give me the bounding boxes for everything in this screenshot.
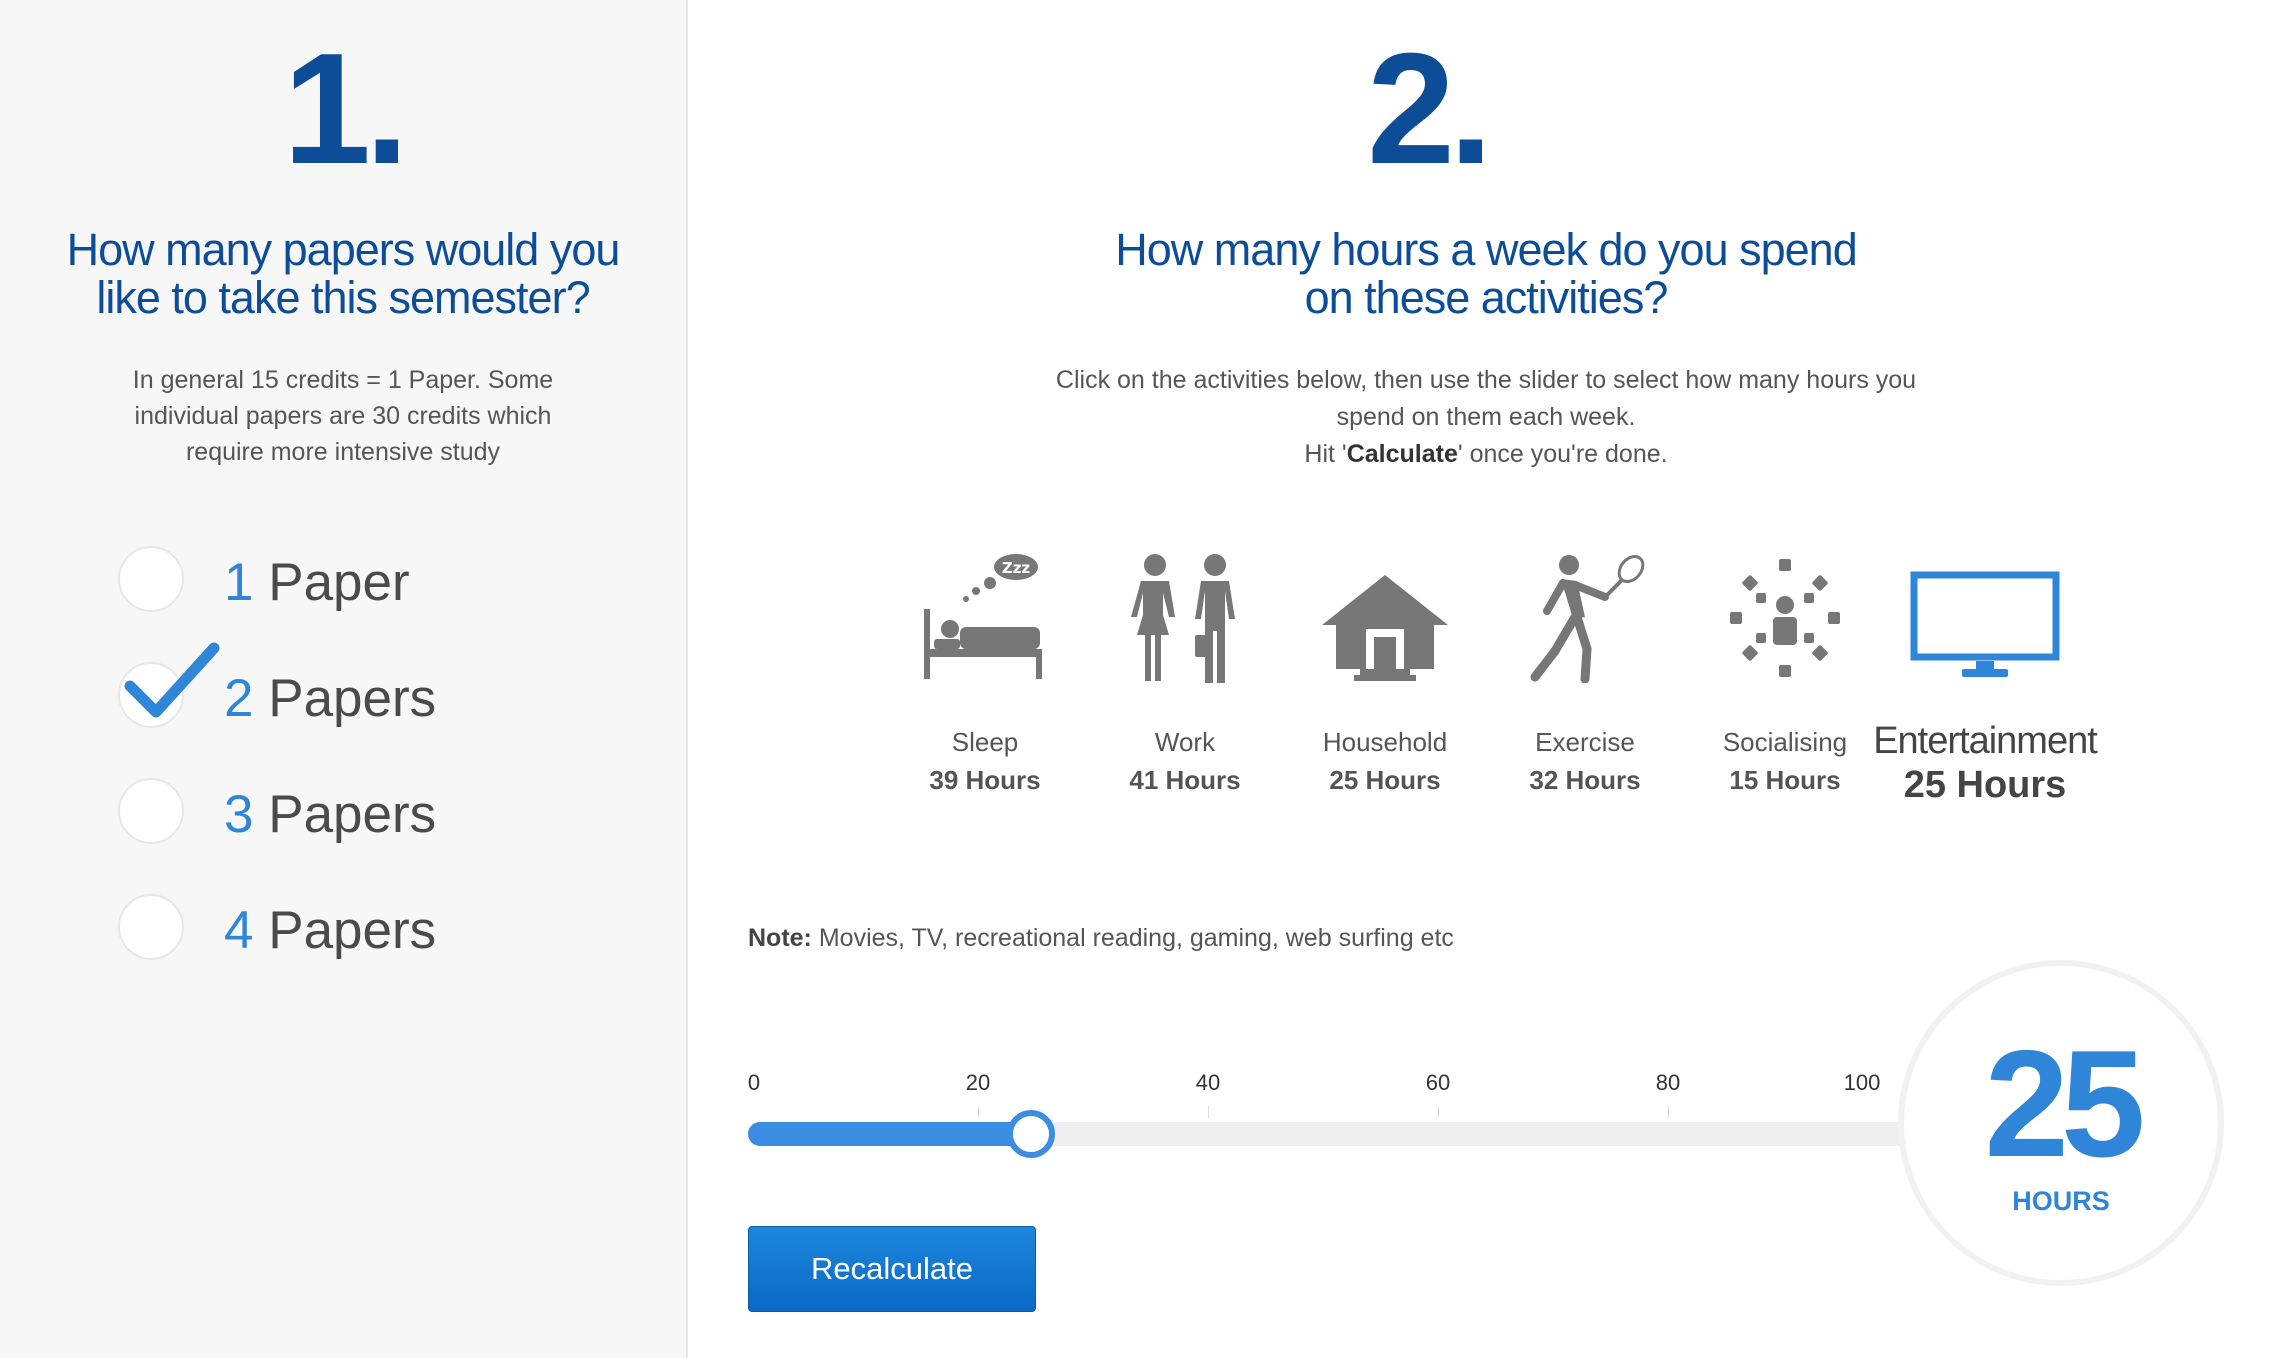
business-people-icon [1131, 554, 1235, 683]
paper-option-4[interactable]: 4 Papers [118, 894, 538, 966]
activity-name: Socialising [1722, 727, 1848, 757]
calculate-keyword: Calculate [1346, 440, 1458, 468]
activity-hours: 39 Hours [929, 765, 1041, 795]
activity-name: Exercise [1535, 727, 1635, 757]
slider-tick-label: 0 [747, 1070, 761, 1095]
svg-text:Zzz: Zzz [1002, 559, 1031, 577]
paper-radio-4[interactable] [118, 894, 184, 960]
activity-name: Work [1154, 727, 1216, 757]
activity-hours: 15 Hours [1729, 765, 1841, 795]
hours-slider-thumb[interactable] [1007, 1110, 1055, 1158]
hours-display-unit: HOURS [2012, 1186, 2110, 1216]
activities-hint: Click on the activities below, then use … [1055, 366, 1917, 468]
hours-display-value: 25 [1984, 1019, 2145, 1189]
papers-hint: In general 15 credits = 1 Paper. Some in… [132, 366, 554, 466]
step-number-1: 1. [283, 21, 409, 197]
activity-note: Note: Movies, TV, recreational reading, … [748, 924, 1454, 952]
papers-panel: 1. How many papers would you like to tak… [0, 0, 688, 1358]
paper-radio-1[interactable] [118, 546, 184, 612]
tennis-player-icon [1530, 554, 1645, 683]
house-icon [1322, 575, 1448, 681]
activity-hours: 25 Hours [1903, 764, 2067, 806]
activity-hours: 25 Hours [1329, 765, 1441, 795]
papers-question: How many papers would you like to take t… [66, 224, 621, 323]
slider-tick-label: 100 [1843, 1070, 1881, 1095]
monitor-icon [1910, 571, 2060, 677]
checkmark-icon [124, 642, 220, 718]
paper-option-label: 3 Papers [224, 785, 437, 844]
activity-socialising[interactable]: Socialising 15 Hours [1690, 548, 1880, 799]
activity-sleep[interactable]: Zzz Sleep 39 Hours [890, 548, 1080, 799]
paper-radio-3[interactable] [118, 778, 184, 844]
slider-tick-label: 40 [1195, 1070, 1221, 1095]
activity-name: Sleep [951, 727, 1019, 757]
slider-tick-label: 20 [965, 1070, 991, 1095]
paper-option-label: 1 Paper [224, 553, 410, 612]
paper-option-3[interactable]: 3 Papers [118, 778, 538, 850]
paper-option-2[interactable]: 2 Papers [118, 642, 538, 734]
bed-icon: Zzz [924, 554, 1042, 679]
activity-work[interactable]: Work 41 Hours [1090, 548, 1280, 799]
activity-hours: 32 Hours [1529, 765, 1641, 795]
activity-hours: 41 Hours [1129, 765, 1241, 795]
paper-option-1[interactable]: 1 Paper [118, 546, 538, 618]
slider-tick-label: 60 [1425, 1070, 1451, 1095]
activities-question: How many hours a week do you spend on th… [1115, 224, 1857, 323]
group-table-icon [1730, 559, 1840, 677]
activity-household[interactable]: Household 25 Hours [1290, 548, 1480, 799]
activity-exercise[interactable]: Exercise 32 Hours [1490, 548, 1680, 799]
paper-option-label: 2 Papers [224, 669, 437, 728]
step-number-2: 2. [1367, 21, 1493, 197]
hours-slider-fill [748, 1122, 1031, 1146]
slider-tick-label: 80 [1655, 1070, 1681, 1095]
recalculate-button[interactable]: Recalculate [748, 1226, 1036, 1312]
activity-name: Entertainment [1873, 720, 2098, 762]
activity-name: Household [1322, 727, 1448, 757]
paper-option-label: 4 Papers [224, 901, 437, 960]
activity-entertainment[interactable]: Entertainment 25 Hours [1860, 548, 2110, 807]
